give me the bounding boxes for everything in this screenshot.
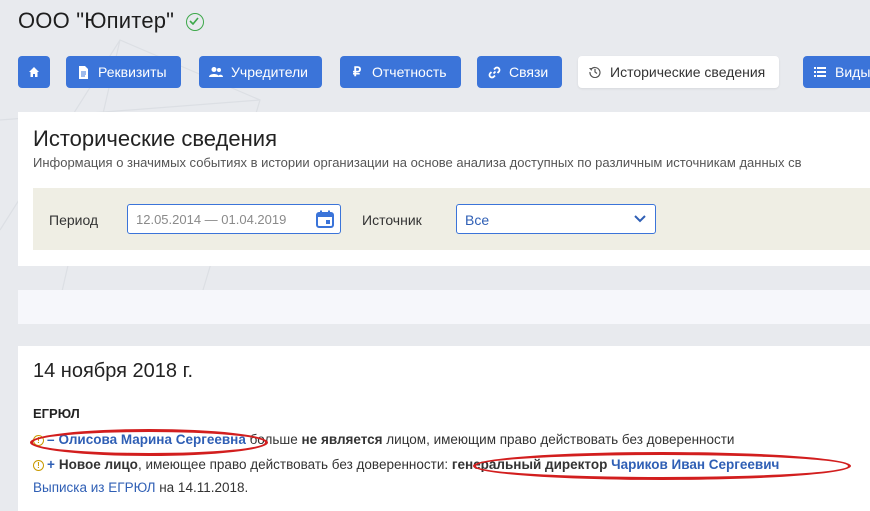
tab-label: Учредители: [231, 64, 309, 80]
egrul-extract-link[interactable]: Выписка из ЕГРЮЛ: [33, 480, 155, 495]
tab-label: Отчетность: [372, 64, 447, 80]
tab-reports[interactable]: ₽ Отчетность: [340, 56, 461, 88]
source-select[interactable]: Все: [456, 204, 656, 234]
period-value: 12.05.2014 — 01.04.2019: [136, 212, 287, 227]
home-icon: [27, 65, 41, 79]
red-highlight-oval-1: [30, 429, 268, 456]
empty-panel: [18, 290, 870, 324]
period-date-range-input[interactable]: 12.05.2014 — 01.04.2019: [127, 204, 341, 234]
history-panel: Исторические сведения Информация о значи…: [18, 112, 870, 266]
tab-history[interactable]: Исторические сведения: [578, 56, 780, 88]
source-value: Все: [465, 212, 490, 228]
company-title: ООО "Юпитер": [18, 8, 205, 34]
red-highlight-oval-2: [473, 452, 851, 480]
tab-activities[interactable]: Виды: [803, 56, 870, 88]
tab-label: Исторические сведения: [610, 64, 766, 80]
calendar-icon[interactable]: [316, 210, 334, 228]
link-icon: [487, 65, 501, 79]
list-icon: [813, 65, 827, 79]
section-title: Исторические сведения: [33, 126, 277, 151]
event-text: , имеющее право действовать без доверенн…: [137, 457, 452, 472]
event-bold-text: не является: [301, 432, 383, 447]
filter-bar: Период 12.05.2014 — 01.04.2019 Источник …: [33, 188, 870, 250]
tab-founders[interactable]: Учредители: [199, 56, 323, 88]
tab-requisites[interactable]: Реквизиты: [66, 56, 181, 88]
document-icon: [76, 65, 90, 79]
event-source: ЕГРЮЛ: [33, 406, 80, 421]
event-text: лицом, имеющим право действовать без дов…: [382, 432, 735, 447]
section-subtitle: Информация о значимых событиях в истории…: [33, 155, 802, 170]
tab-label: Реквизиты: [98, 64, 167, 80]
chevron-down-icon: [634, 215, 646, 223]
tab-label: Виды: [835, 64, 870, 80]
event-date: 14 ноября 2018 г.: [33, 360, 193, 382]
plus-sign: +: [47, 457, 55, 472]
event-bold-text: Новое лицо: [58, 457, 138, 472]
period-label: Период: [49, 212, 99, 228]
tab-connections[interactable]: Связи: [477, 56, 563, 88]
source-label: Источник: [362, 212, 422, 228]
event-line-extract: Выписка из ЕГРЮЛ на 14.11.2018.: [33, 480, 248, 495]
history-icon: [588, 65, 602, 79]
users-icon: [209, 65, 223, 79]
tab-home[interactable]: [18, 56, 50, 88]
company-name: ООО "Юпитер": [18, 8, 175, 33]
verified-check-icon: [186, 13, 205, 31]
tab-label: Связи: [509, 64, 549, 80]
warning-icon: !: [33, 460, 44, 471]
event-card: 14 ноября 2018 г. ЕГРЮЛ ! – Олисова Марина…: [18, 346, 870, 511]
event-text: на 14.11.2018.: [155, 480, 249, 495]
ruble-icon: ₽: [352, 64, 362, 79]
